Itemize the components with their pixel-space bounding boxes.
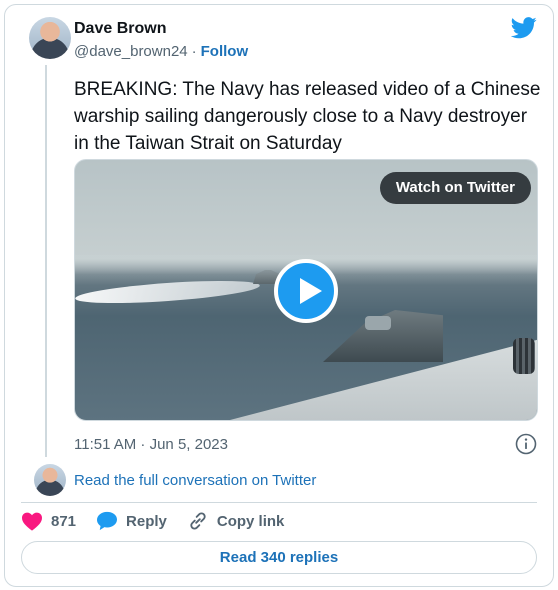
heart-icon	[22, 512, 42, 531]
tweet-timestamp[interactable]: 11:51 AM · Jun 5, 2023	[74, 436, 228, 453]
info-icon[interactable]	[515, 433, 537, 455]
copy-link-label: Copy link	[216, 512, 285, 530]
destroyer-deck	[115, 330, 537, 420]
follow-link[interactable]: Follow	[201, 43, 249, 60]
video-thumbnail[interactable]: Watch on Twitter	[74, 159, 538, 421]
read-replies-button[interactable]: Read 340 replies	[21, 541, 537, 574]
tweet-embed-card: Dave Brown @dave_brown24 · Follow BREAKING…	[4, 4, 554, 587]
speech-bubble-icon	[97, 511, 118, 531]
like-button[interactable]: 871	[21, 511, 76, 531]
reply-button[interactable]: Reply	[96, 511, 167, 531]
author-handle[interactable]: @dave_brown24	[74, 43, 188, 60]
deck-turret	[365, 316, 391, 330]
play-button[interactable]	[274, 259, 338, 323]
like-count: 871	[51, 512, 77, 530]
copy-link-button[interactable]: Copy link	[187, 510, 285, 532]
separator-dot: ·	[191, 43, 197, 60]
reply-label: Reply	[126, 512, 167, 530]
twitter-bird-icon[interactable]	[511, 17, 537, 39]
deck-coil	[513, 338, 535, 374]
thread-line	[45, 65, 47, 457]
author-handle-row: @dave_brown24 · Follow	[74, 43, 248, 60]
tweet-text: BREAKING: The Navy has released video of…	[74, 79, 541, 154]
divider	[21, 502, 537, 503]
read-conversation-link[interactable]: Read the full conversation on Twitter	[74, 472, 316, 489]
author-avatar-small	[34, 464, 66, 496]
author-name[interactable]: Dave Brown	[74, 20, 166, 38]
link-icon	[190, 512, 206, 530]
action-bar: 871 Reply Copy link	[21, 509, 304, 533]
watch-on-twitter-button[interactable]: Watch on Twitter	[379, 172, 531, 204]
author-avatar[interactable]	[29, 17, 71, 59]
play-icon	[300, 278, 322, 304]
